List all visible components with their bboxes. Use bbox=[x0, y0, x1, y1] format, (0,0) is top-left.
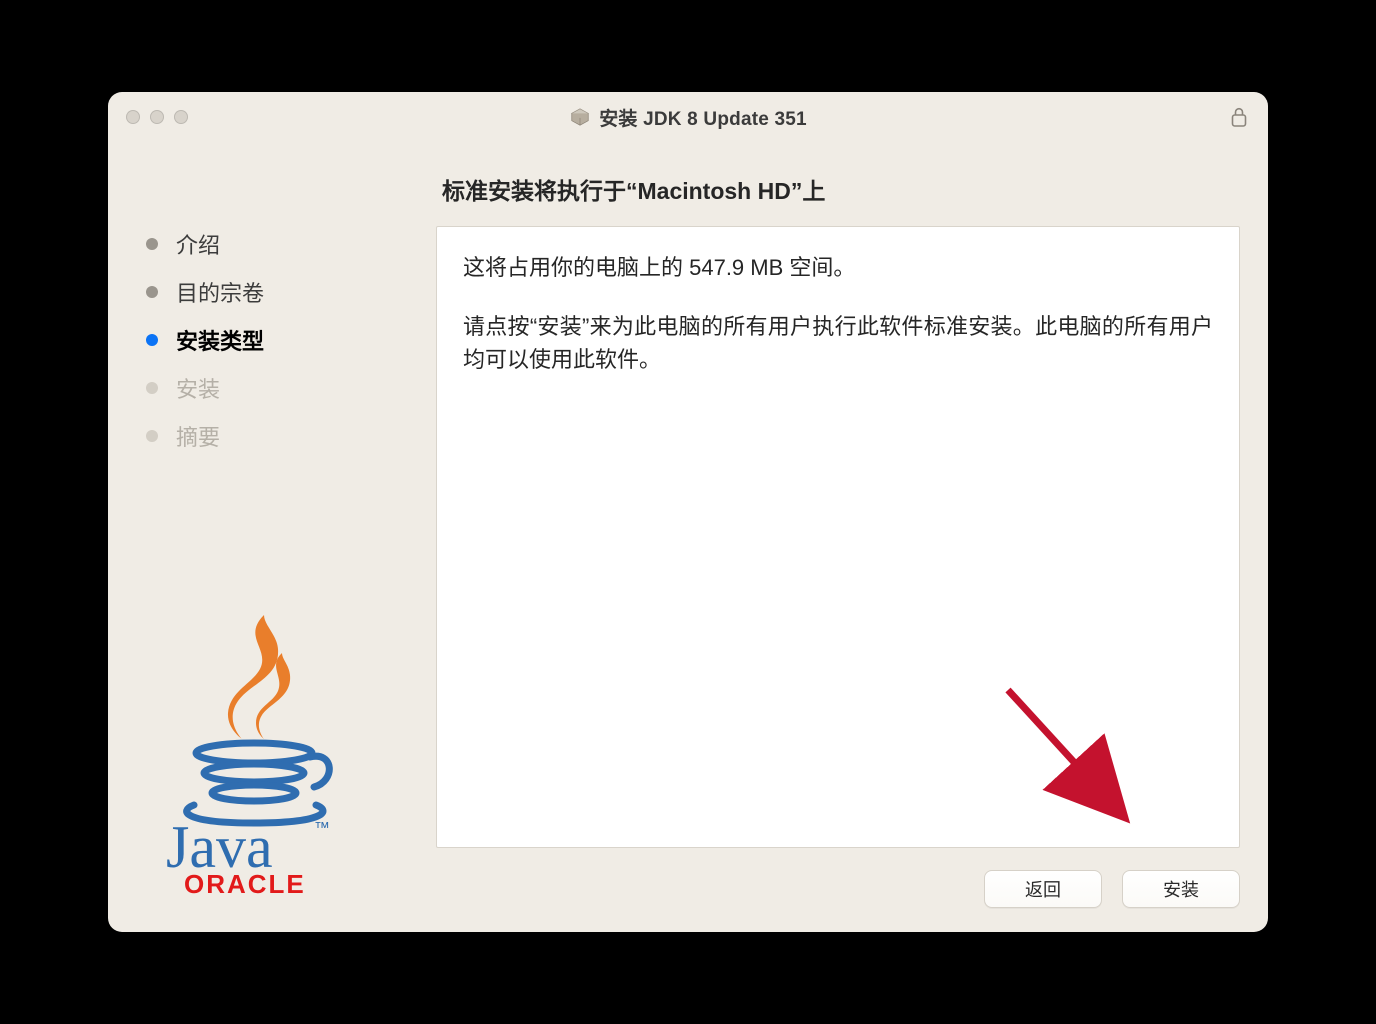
titlebar: 安装 JDK 8 Update 351 bbox=[108, 92, 1268, 142]
main-content: 标准安装将执行于“Macintosh HD”上 这将占用你的电脑上的 547.9… bbox=[436, 160, 1240, 908]
svg-text:™: ™ bbox=[314, 820, 330, 837]
step-bullet-icon bbox=[146, 286, 158, 298]
install-instruction-text: 请点按“安装”来为此电脑的所有用户执行此软件标准安装。此电脑的所有用户均可以使用… bbox=[463, 310, 1213, 376]
step-list: 介绍目的宗卷安装类型安装摘要 bbox=[136, 228, 436, 452]
close-window-button[interactable] bbox=[126, 110, 140, 124]
step-0: 介绍 bbox=[146, 228, 436, 260]
step-label: 介绍 bbox=[176, 228, 220, 260]
step-bullet-icon bbox=[146, 334, 158, 346]
step-label: 安装类型 bbox=[176, 324, 264, 356]
step-1: 目的宗卷 bbox=[146, 276, 436, 308]
zoom-window-button[interactable] bbox=[174, 110, 188, 124]
step-label: 目的宗卷 bbox=[176, 276, 264, 308]
step-4: 摘要 bbox=[146, 420, 436, 452]
step-label: 安装 bbox=[176, 372, 220, 404]
button-row: 返回 安装 bbox=[436, 848, 1240, 908]
description-panel: 这将占用你的电脑上的 547.9 MB 空间。 请点按“安装”来为此电脑的所有用… bbox=[436, 226, 1240, 848]
sidebar: 介绍目的宗卷安装类型安装摘要 Java ™ ORACLE bbox=[136, 160, 436, 908]
installer-window: 安装 JDK 8 Update 351 介绍目的宗卷安装类型安装摘要 bbox=[108, 92, 1268, 932]
window-title: 安装 JDK 8 Update 351 bbox=[599, 104, 807, 131]
step-2: 安装类型 bbox=[146, 324, 436, 356]
minimize-window-button[interactable] bbox=[150, 110, 164, 124]
package-icon bbox=[569, 106, 591, 128]
back-button[interactable]: 返回 bbox=[984, 870, 1102, 908]
install-button[interactable]: 安装 bbox=[1122, 870, 1240, 908]
step-bullet-icon bbox=[146, 382, 158, 394]
svg-text:ORACLE: ORACLE bbox=[184, 869, 306, 897]
step-label: 摘要 bbox=[176, 420, 220, 452]
lock-icon bbox=[1230, 106, 1248, 128]
java-oracle-logo: Java ™ ORACLE bbox=[154, 607, 364, 902]
space-required-text: 这将占用你的电脑上的 547.9 MB 空间。 bbox=[463, 251, 1213, 284]
step-3: 安装 bbox=[146, 372, 436, 404]
window-controls bbox=[126, 110, 188, 124]
step-bullet-icon bbox=[146, 238, 158, 250]
step-bullet-icon bbox=[146, 430, 158, 442]
install-heading: 标准安装将执行于“Macintosh HD”上 bbox=[436, 160, 1240, 226]
